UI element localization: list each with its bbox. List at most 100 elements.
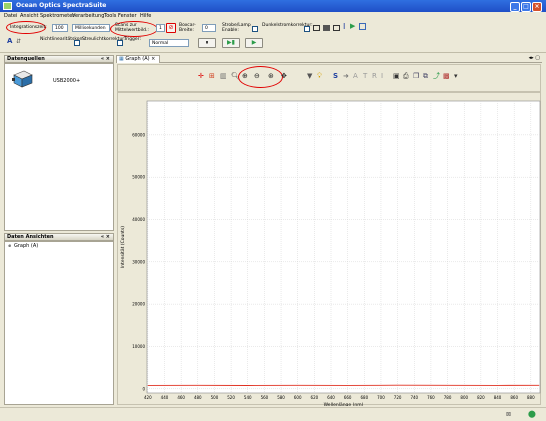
data-view-item[interactable]: Graph (A) bbox=[14, 243, 38, 249]
zoom-out-icon[interactable]: ⊖ bbox=[254, 72, 260, 81]
stray-light-checkbox[interactable] bbox=[117, 40, 123, 46]
tab-nav-icon[interactable]: ◂▸ ▢ bbox=[529, 55, 540, 61]
x-tick-label: 740 bbox=[410, 395, 418, 400]
menu-fenster[interactable]: Fenster bbox=[118, 13, 137, 19]
strobe-checkbox[interactable] bbox=[252, 26, 258, 32]
font-size-icon[interactable]: A bbox=[7, 37, 12, 45]
x-tick-label: 660 bbox=[344, 395, 352, 400]
spectrometer-device-icon[interactable] bbox=[12, 70, 34, 88]
y-tick-label: 20000 bbox=[132, 302, 145, 307]
bulb-icon[interactable]: 💡︎ bbox=[317, 72, 322, 81]
data-views-panel: ⊕ Graph (A) bbox=[4, 241, 114, 405]
integration-label: Integrationszeit: bbox=[10, 25, 47, 30]
boxcar-label: Boxcar-Breite: bbox=[179, 23, 201, 33]
y-tick-label: 0 bbox=[142, 386, 145, 391]
absorbance-icon[interactable]: A bbox=[353, 72, 358, 81]
boxcar-input[interactable]: 0 bbox=[202, 24, 216, 32]
spectrum-chart[interactable]: 0100002000030000400005000060000420440460… bbox=[118, 93, 542, 406]
x-tick-label: 680 bbox=[360, 395, 368, 400]
copy-icon[interactable]: ❐ bbox=[413, 72, 419, 81]
menu-bar: Datei Ansicht Spektrometer Verarbeitung … bbox=[0, 12, 546, 20]
x-tick-label: 460 bbox=[177, 395, 185, 400]
grid-icon[interactable] bbox=[359, 23, 366, 30]
trigger-label: Trigger: bbox=[124, 37, 146, 42]
graph-tab-bar: ▦ Graph (A) × ◂▸ ▢ bbox=[116, 55, 542, 63]
graph-tool-icon-3[interactable] bbox=[333, 25, 340, 31]
x-tick-label: 720 bbox=[394, 395, 402, 400]
x-tick-label: 520 bbox=[227, 395, 235, 400]
maximize-button[interactable]: □ bbox=[521, 2, 531, 12]
image-icon[interactable]: ▩ bbox=[443, 72, 450, 81]
x-tick-label: 420 bbox=[144, 395, 152, 400]
spectrum-s-icon[interactable]: S bbox=[333, 72, 338, 81]
overlay-icon[interactable]: ⧉ bbox=[423, 72, 428, 81]
stray-light-label: Streulichtkorrektur: bbox=[82, 37, 116, 42]
menu-datei[interactable]: Datei bbox=[4, 13, 17, 19]
menu-ansicht[interactable]: Ansicht bbox=[20, 13, 38, 19]
scans-input[interactable]: 1 bbox=[156, 24, 165, 32]
scroll-icon[interactable]: ⇵ bbox=[16, 38, 21, 45]
clear-icon[interactable]: ▥ bbox=[220, 72, 227, 81]
x-tick-label: 880 bbox=[527, 395, 535, 400]
print-icon[interactable]: ⎙ bbox=[403, 72, 409, 81]
data-views-title: Daten Ansichten bbox=[7, 234, 54, 240]
tab-graph-a[interactable]: ▦ Graph (A) × bbox=[116, 55, 160, 63]
export-icon[interactable]: ⤴ bbox=[433, 72, 440, 81]
panel-close-icon[interactable]: « × bbox=[101, 56, 110, 62]
filter-icon[interactable]: ▼ bbox=[307, 72, 312, 81]
close-button[interactable]: × bbox=[532, 2, 542, 12]
single-scan-button[interactable]: ▶▮ bbox=[222, 38, 240, 48]
irradiance-icon[interactable]: I bbox=[381, 72, 383, 81]
integration-unit-select[interactable]: Millisekunden bbox=[72, 24, 110, 32]
device-name[interactable]: USB2000+ bbox=[53, 78, 80, 84]
x-tick-label: 600 bbox=[294, 395, 302, 400]
y-axis-label: Intensität (Counts) bbox=[120, 226, 126, 268]
menu-spektrometer[interactable]: Spektrometer bbox=[40, 13, 74, 19]
cursor-cross-icon[interactable]: ✛ bbox=[198, 72, 204, 81]
grid-zoom-icon[interactable]: ⊞ bbox=[209, 72, 215, 81]
graph-toolbar: ✛ ⊞ ▥ 🔍︎ ⊕ ⊖ ⊛ ✥ ▼ 💡︎ S ➜ A T R I ▣ ⎙ ❐ … bbox=[117, 64, 541, 92]
data-sources-panel: USB2000+ bbox=[4, 63, 114, 231]
x-tick-label: 440 bbox=[161, 395, 169, 400]
text-cursor-icon[interactable]: I bbox=[343, 22, 345, 31]
pause-button[interactable]: ⏸ bbox=[198, 38, 216, 48]
graph-tool-icon-2[interactable] bbox=[323, 25, 330, 31]
menu-verarbeitung[interactable]: Verarbeitung bbox=[72, 13, 104, 19]
arrow-icon[interactable]: ➜ bbox=[343, 72, 349, 81]
x-tick-label: 800 bbox=[460, 395, 468, 400]
play-icon[interactable]: ▶ bbox=[350, 22, 355, 30]
data-views-close-icon[interactable]: « × bbox=[101, 234, 110, 240]
pan-icon[interactable]: ✥ bbox=[281, 72, 287, 81]
menu-hilfe[interactable]: Hilfe bbox=[140, 13, 151, 19]
integration-time-input[interactable]: 100 bbox=[52, 24, 68, 32]
save-icon[interactable]: ▣ bbox=[393, 72, 400, 81]
x-tick-label: 620 bbox=[311, 395, 319, 400]
stop-icon[interactable]: ⊘ bbox=[166, 23, 176, 33]
menu-tools[interactable]: Tools bbox=[104, 13, 116, 19]
y-tick-label: 50000 bbox=[132, 175, 145, 180]
y-tick-label: 40000 bbox=[132, 217, 145, 222]
y-tick-label: 60000 bbox=[132, 132, 145, 137]
acquisition-toolbar: Integrationszeit: 100 Millisekunden Scan… bbox=[0, 20, 546, 53]
x-tick-label: 580 bbox=[277, 395, 285, 400]
graph-tab-icon: ▦ bbox=[119, 56, 124, 62]
reflection-icon[interactable]: R bbox=[372, 72, 377, 81]
data-sources-title: Datenquellen bbox=[7, 56, 45, 62]
minimize-button[interactable]: _ bbox=[510, 2, 520, 12]
trigger-mode-select[interactable]: Normal bbox=[149, 39, 189, 47]
graph-tool-icon-1[interactable] bbox=[313, 25, 320, 31]
zoom-fit-icon[interactable]: ⊛ bbox=[268, 72, 274, 81]
nonlinearity-checkbox[interactable] bbox=[74, 40, 80, 46]
zoom-in-icon[interactable]: ⊕ bbox=[242, 72, 248, 81]
settings-icon[interactable]: ▾ bbox=[454, 72, 458, 81]
x-tick-label: 700 bbox=[377, 395, 385, 400]
tree-expand-icon[interactable]: ⊕ bbox=[8, 243, 11, 248]
dark-checkbox[interactable] bbox=[304, 26, 310, 32]
app-icon bbox=[3, 2, 12, 10]
x-tick-label: 860 bbox=[510, 395, 518, 400]
transmission-icon[interactable]: T bbox=[363, 72, 367, 81]
nonlinearity-label: Nichtlinearitätskorr.: bbox=[40, 37, 72, 42]
tab-close-icon[interactable]: × bbox=[151, 56, 155, 62]
x-tick-label: 500 bbox=[211, 395, 219, 400]
run-button[interactable]: ▶ bbox=[245, 38, 263, 48]
